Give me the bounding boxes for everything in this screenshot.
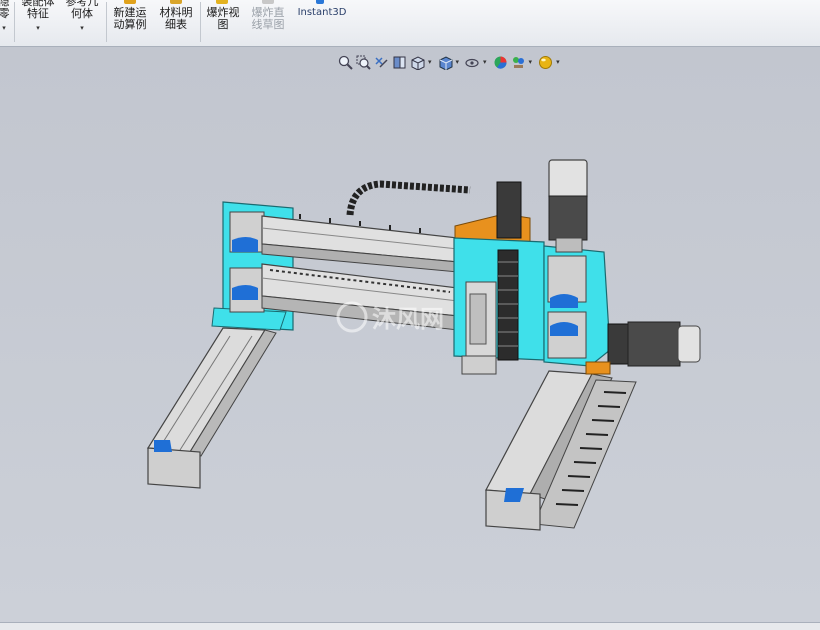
y-carriage — [453, 181, 545, 375]
right-leg-rail — [485, 370, 637, 531]
z-axis-servo-motor — [548, 159, 588, 253]
cable-chain-top — [346, 180, 471, 216]
left-leg-rail — [146, 327, 277, 489]
gantry-assembly-model[interactable]: 沐风网 — [0, 0, 820, 629]
watermark-text: 沐风网 — [372, 305, 444, 333]
right-end-plate — [543, 245, 611, 367]
